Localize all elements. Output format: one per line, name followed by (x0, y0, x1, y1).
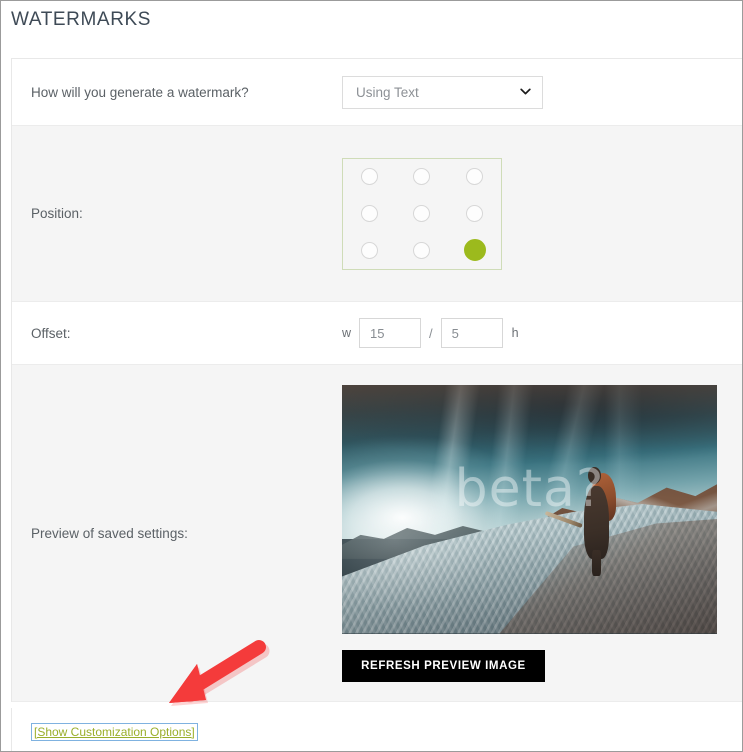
position-field (342, 157, 742, 270)
hiker-body (584, 486, 609, 559)
row-position: Position: (12, 126, 742, 302)
preview-label: Preview of saved settings: (31, 525, 188, 541)
position-radio-bottom-left[interactable] (360, 241, 378, 259)
offset-field: w / h (342, 318, 742, 348)
offset-separator: / (429, 325, 433, 341)
row-offset: Offset: w / h (12, 302, 742, 365)
offset-width-unit-label: w (342, 326, 352, 340)
chevron-down-icon (520, 86, 531, 97)
row-preview: Preview of saved settings: beta? REFRESH… (12, 365, 742, 702)
position-label: Position: (31, 206, 83, 221)
offset-width-input[interactable] (359, 318, 422, 348)
position-radio-bottom-center[interactable] (413, 241, 431, 259)
position-radio-bottom-right[interactable] (463, 239, 486, 262)
position-radio-top-right[interactable] (466, 168, 484, 186)
show-customization-options-link[interactable]: [Show Customization Options] (31, 723, 198, 741)
hiker-leg (592, 549, 602, 577)
generate-method-selected-value: Using Text (356, 84, 419, 100)
position-radio-middle-left[interactable] (360, 204, 378, 222)
position-radio-top-center[interactable] (413, 168, 431, 186)
generate-method-select[interactable]: Using Text (342, 75, 543, 109)
position-radio-middle-right[interactable] (466, 204, 484, 222)
row-generate-method: How will you generate a watermark? Using… (12, 59, 742, 126)
photo-sky-warm-tint (342, 384, 717, 450)
position-radio-top-left[interactable] (360, 168, 378, 186)
photo-hiker (544, 466, 618, 577)
settings-table: How will you generate a watermark? Using… (11, 58, 742, 702)
offset-height-input[interactable] (440, 318, 503, 348)
refresh-preview-image-button[interactable]: REFRESH PREVIEW IMAGE (342, 649, 545, 682)
generate-method-field: Using Text (342, 75, 742, 109)
position-grid (342, 157, 502, 270)
preview-image[interactable]: beta? (342, 384, 717, 634)
offset-label: Offset: (31, 325, 71, 341)
footer-area: [Show Customization Options] (11, 708, 742, 751)
page-title: WATERMARKS (11, 9, 152, 30)
position-radio-middle-center[interactable] (413, 204, 431, 222)
offset-height-unit-label: h (511, 326, 519, 340)
preview-field: beta? REFRESH PREVIEW IMAGE (342, 384, 742, 682)
generate-method-label: How will you generate a watermark? (31, 84, 249, 100)
watermarks-settings-page: WATERMARKS How will you generate a water… (0, 0, 743, 752)
